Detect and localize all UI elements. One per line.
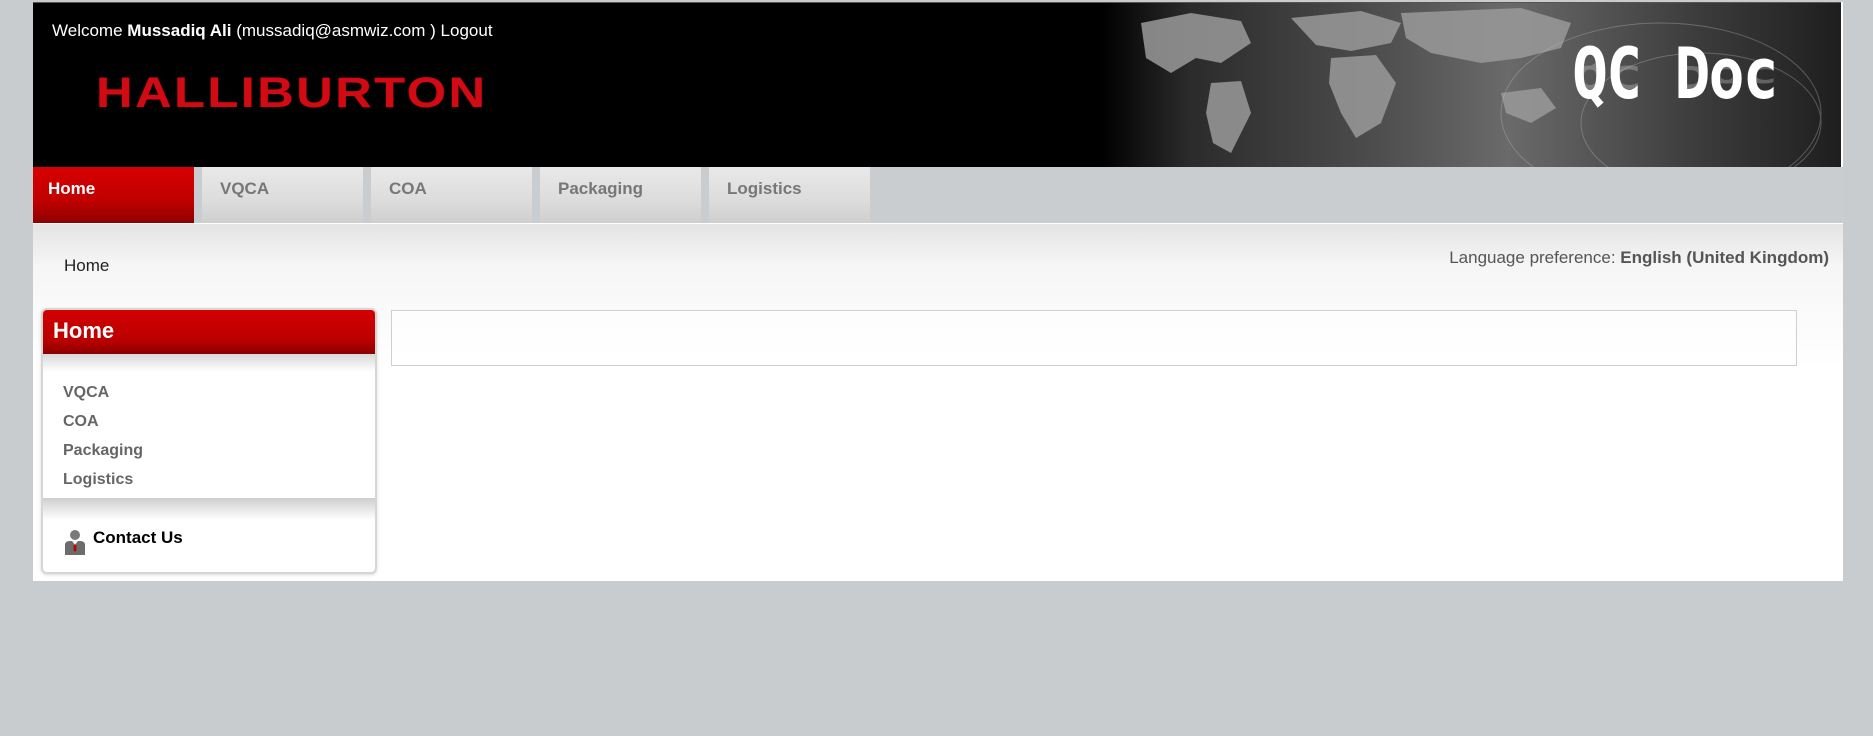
contact-us-label[interactable]: Contact Us	[93, 528, 183, 548]
language-preference: Language preference: English (United Kin…	[1449, 248, 1829, 268]
contact-us-link[interactable]: Contact Us	[43, 520, 375, 556]
sidebar-title[interactable]: Home	[43, 310, 375, 354]
language-value[interactable]: English (United Kingdom)	[1620, 248, 1829, 267]
contact-person-icon	[65, 530, 85, 555]
tab-logistics[interactable]: Logistics	[709, 167, 874, 223]
halliburton-logo[interactable]: HALLIBURTON	[96, 69, 487, 118]
sidebar-item-packaging[interactable]: Packaging	[63, 436, 375, 465]
user-name: Mussadiq Ali	[127, 21, 232, 40]
sidebar-panel: Home VQCA COA Packaging Logistics Contac…	[41, 308, 377, 574]
content-area: Home Language preference: English (Unite…	[33, 224, 1843, 581]
product-title-reflection: QC Doc	[1572, 58, 1777, 95]
welcome-prefix: Welcome	[52, 21, 123, 40]
sidebar-item-logistics[interactable]: Logistics	[63, 465, 375, 494]
language-label: Language preference:	[1449, 248, 1616, 267]
tab-vqca[interactable]: VQCA	[202, 167, 367, 223]
main-content-box	[391, 310, 1797, 366]
site-header: Welcome Mussadiq Ali (mussadiq@asmwiz.co…	[33, 2, 1841, 167]
sidebar-item-coa[interactable]: COA	[63, 407, 375, 436]
sidebar-list: VQCA COA Packaging Logistics	[43, 372, 375, 494]
tab-home[interactable]: Home	[33, 167, 198, 223]
welcome-message: Welcome Mussadiq Ali (mussadiq@asmwiz.co…	[52, 21, 493, 41]
logout-link[interactable]: Logout	[441, 21, 493, 40]
tab-packaging[interactable]: Packaging	[540, 167, 705, 223]
sidebar-divider	[43, 498, 375, 520]
user-email: (mussadiq@asmwiz.com )	[236, 21, 436, 40]
sidebar-item-vqca[interactable]: VQCA	[63, 378, 375, 407]
main-nav: Home VQCA COA Packaging Logistics	[33, 167, 1843, 223]
tab-coa[interactable]: COA	[371, 167, 536, 223]
sidebar-shade	[43, 354, 375, 372]
breadcrumb[interactable]: Home	[64, 256, 109, 276]
